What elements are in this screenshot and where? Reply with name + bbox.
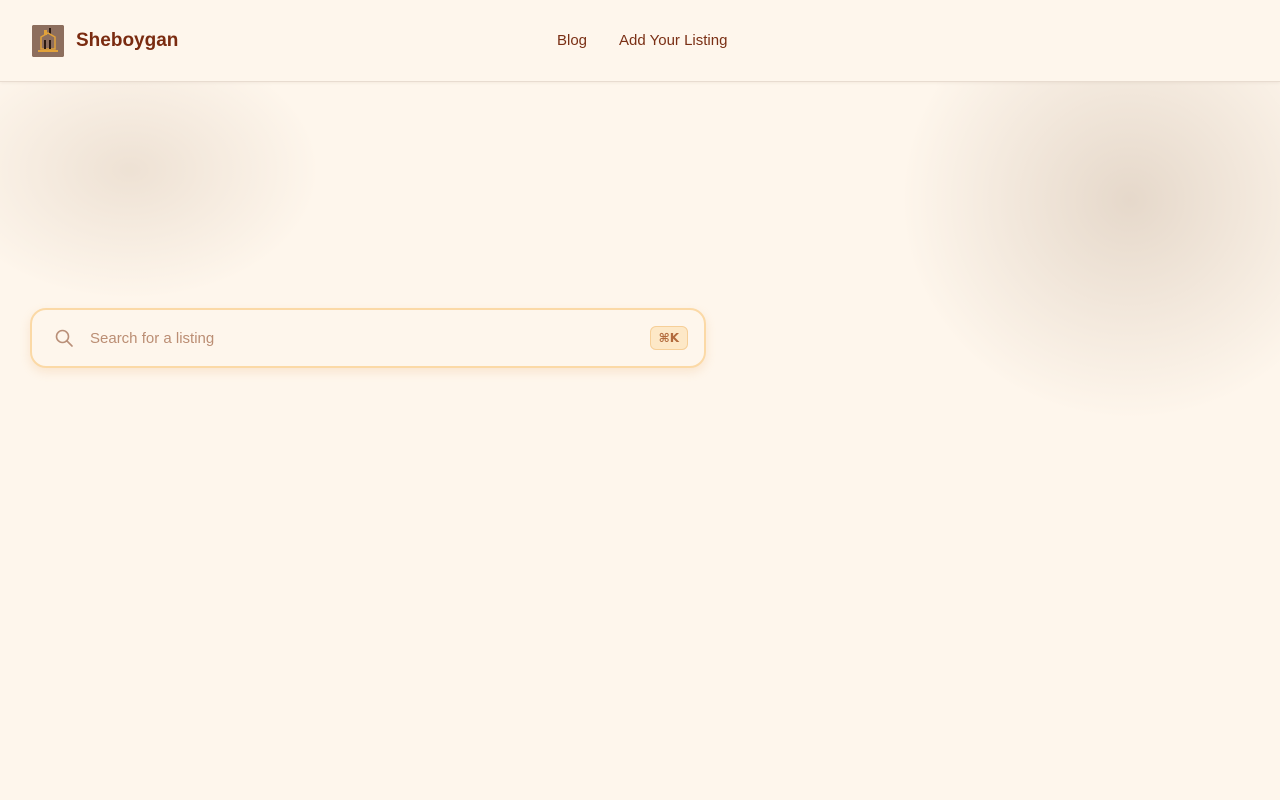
main-nav: Blog Add Your Listing (557, 30, 727, 52)
site-header: Sheboygan Blog Add Your Listing (0, 0, 1280, 82)
search-box[interactable]: ⌘K (30, 308, 706, 368)
brand-name: Sheboygan (76, 30, 179, 51)
page: Sheboygan Blog Add Your Listing ⌘K (0, 0, 1280, 800)
nav-link-blog[interactable]: Blog (557, 30, 587, 52)
nav-link-add-listing[interactable]: Add Your Listing (619, 30, 727, 52)
search-input[interactable] (88, 317, 650, 359)
search-icon (55, 329, 73, 347)
building-logo-icon (32, 25, 64, 57)
home-link[interactable]: Sheboygan (32, 25, 178, 57)
keyboard-shortcut-badge: ⌘K (649, 326, 688, 350)
